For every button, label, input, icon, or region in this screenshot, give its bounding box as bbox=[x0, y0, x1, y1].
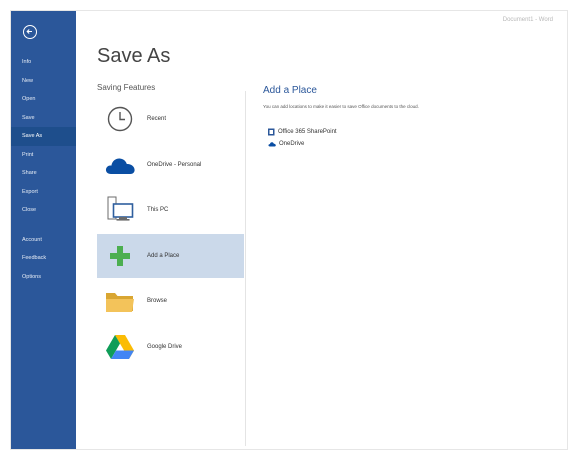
plus-icon bbox=[103, 239, 137, 273]
detail-title: Add a Place bbox=[263, 85, 317, 96]
window-title: Document1 - Word bbox=[502, 17, 553, 23]
place-browse[interactable]: Browse bbox=[97, 279, 244, 323]
place-label: Add a Place bbox=[147, 252, 180, 259]
sidebar-item-new[interactable]: New bbox=[11, 72, 76, 91]
sharepoint-icon bbox=[268, 128, 275, 136]
detail-description: You can add locations to make it easier … bbox=[263, 104, 419, 109]
page-title: Save As bbox=[97, 45, 171, 67]
sidebar-item-info[interactable]: Info bbox=[11, 53, 76, 72]
sidebar-item-save[interactable]: Save bbox=[11, 109, 76, 128]
sidebar-item-account[interactable]: Account bbox=[11, 231, 76, 250]
sidebar-item-feedback[interactable]: Feedback bbox=[11, 249, 76, 268]
sidebar-item-open[interactable]: Open bbox=[11, 90, 76, 109]
place-onedrive-personal[interactable]: OneDrive - Personal bbox=[97, 143, 244, 187]
section-label: Saving Features bbox=[97, 83, 156, 92]
sidebar-item-save-as[interactable]: Save As bbox=[11, 127, 76, 146]
sidebar-item-share[interactable]: Share bbox=[11, 164, 76, 183]
place-label: OneDrive - Personal bbox=[147, 161, 202, 168]
sidebar-item-export[interactable]: Export bbox=[11, 183, 76, 202]
computer-icon bbox=[103, 193, 137, 227]
add-place-options: Office 365 SharePoint OneDrive bbox=[268, 126, 337, 150]
place-google-drive[interactable]: Google Drive bbox=[97, 325, 244, 369]
office-365-sharepoint-link[interactable]: Office 365 SharePoint bbox=[268, 126, 337, 138]
place-label: Browse bbox=[147, 298, 168, 304]
place-add-a-place[interactable]: Add a Place bbox=[97, 233, 244, 278]
backstage-sidebar: Info New Open Save Save As Print Share E… bbox=[11, 11, 76, 449]
sidebar-nav: Info New Open Save Save As Print Share E… bbox=[11, 53, 76, 286]
link-label: Office 365 SharePoint bbox=[278, 129, 337, 135]
place-label: This PC bbox=[147, 207, 169, 213]
place-label: Google Drive bbox=[147, 343, 183, 350]
place-label: Recent bbox=[147, 116, 167, 122]
back-arrow-icon[interactable] bbox=[23, 25, 37, 39]
backstage-window: Document1 - Word Info New Open Save Save… bbox=[10, 10, 568, 450]
sidebar-item-options[interactable]: Options bbox=[11, 268, 76, 287]
onedrive-cloud-icon bbox=[103, 148, 137, 182]
place-this-pc[interactable]: This PC bbox=[97, 188, 244, 232]
places-list: Recent OneDrive - Personal This PC Add a… bbox=[97, 97, 244, 370]
sidebar-item-close[interactable]: Close bbox=[11, 201, 76, 220]
clock-icon bbox=[103, 102, 137, 136]
folder-icon bbox=[103, 284, 137, 318]
onedrive-link[interactable]: OneDrive bbox=[268, 138, 337, 150]
sidebar-item-print[interactable]: Print bbox=[11, 146, 76, 165]
link-label: OneDrive bbox=[279, 141, 305, 147]
google-drive-icon bbox=[103, 330, 137, 364]
place-recent[interactable]: Recent bbox=[97, 97, 244, 141]
column-divider bbox=[245, 91, 246, 446]
onedrive-small-icon bbox=[268, 141, 276, 147]
